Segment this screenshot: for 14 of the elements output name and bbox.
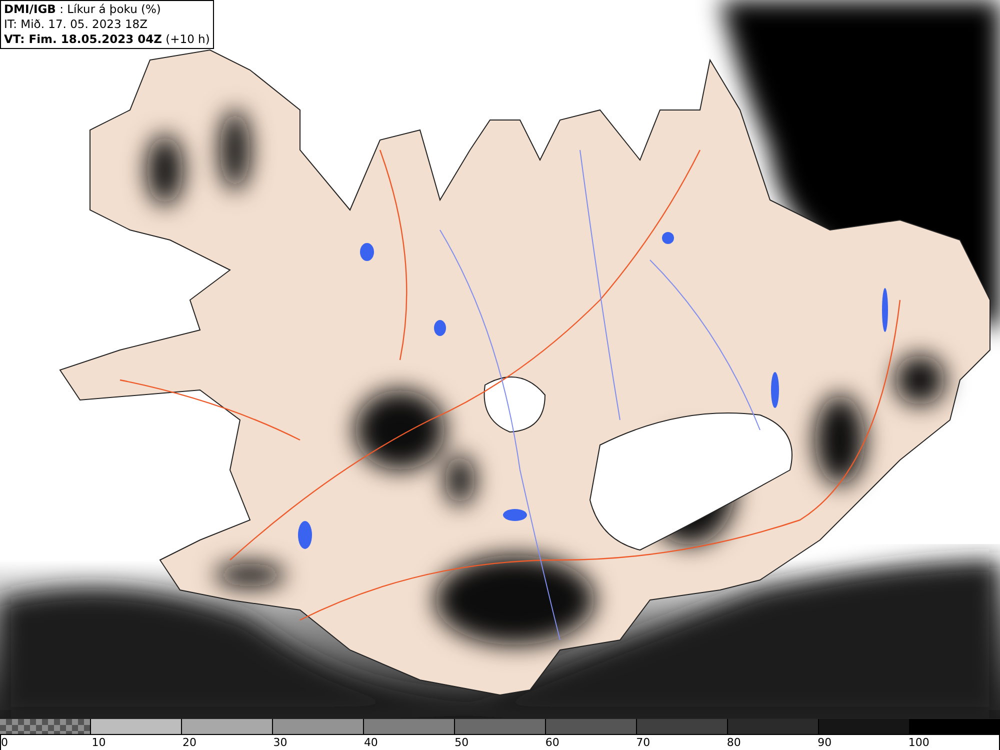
- legend-label: 50: [454, 736, 469, 749]
- legend-label: 100: [908, 736, 930, 749]
- legend-label: 60: [545, 736, 560, 749]
- legend-label: 10: [92, 736, 106, 749]
- legend-label: 20: [182, 736, 196, 749]
- legend-label: 40: [364, 736, 378, 749]
- legend-label: 90: [818, 736, 832, 749]
- legend-label: 70: [636, 736, 650, 749]
- header-text: IT: Mið. 17. 05. 2023 18Z: [4, 17, 148, 32]
- header-text: DMI/IGB : Líkur á þoku (%): [4, 2, 162, 17]
- legend-label: 30: [273, 736, 288, 749]
- header-text: VT: Fim. 18.05.2023 04Z (+10 h): [4, 32, 210, 47]
- legend-label: 0: [1, 736, 8, 749]
- legend-label: 80: [726, 736, 741, 749]
